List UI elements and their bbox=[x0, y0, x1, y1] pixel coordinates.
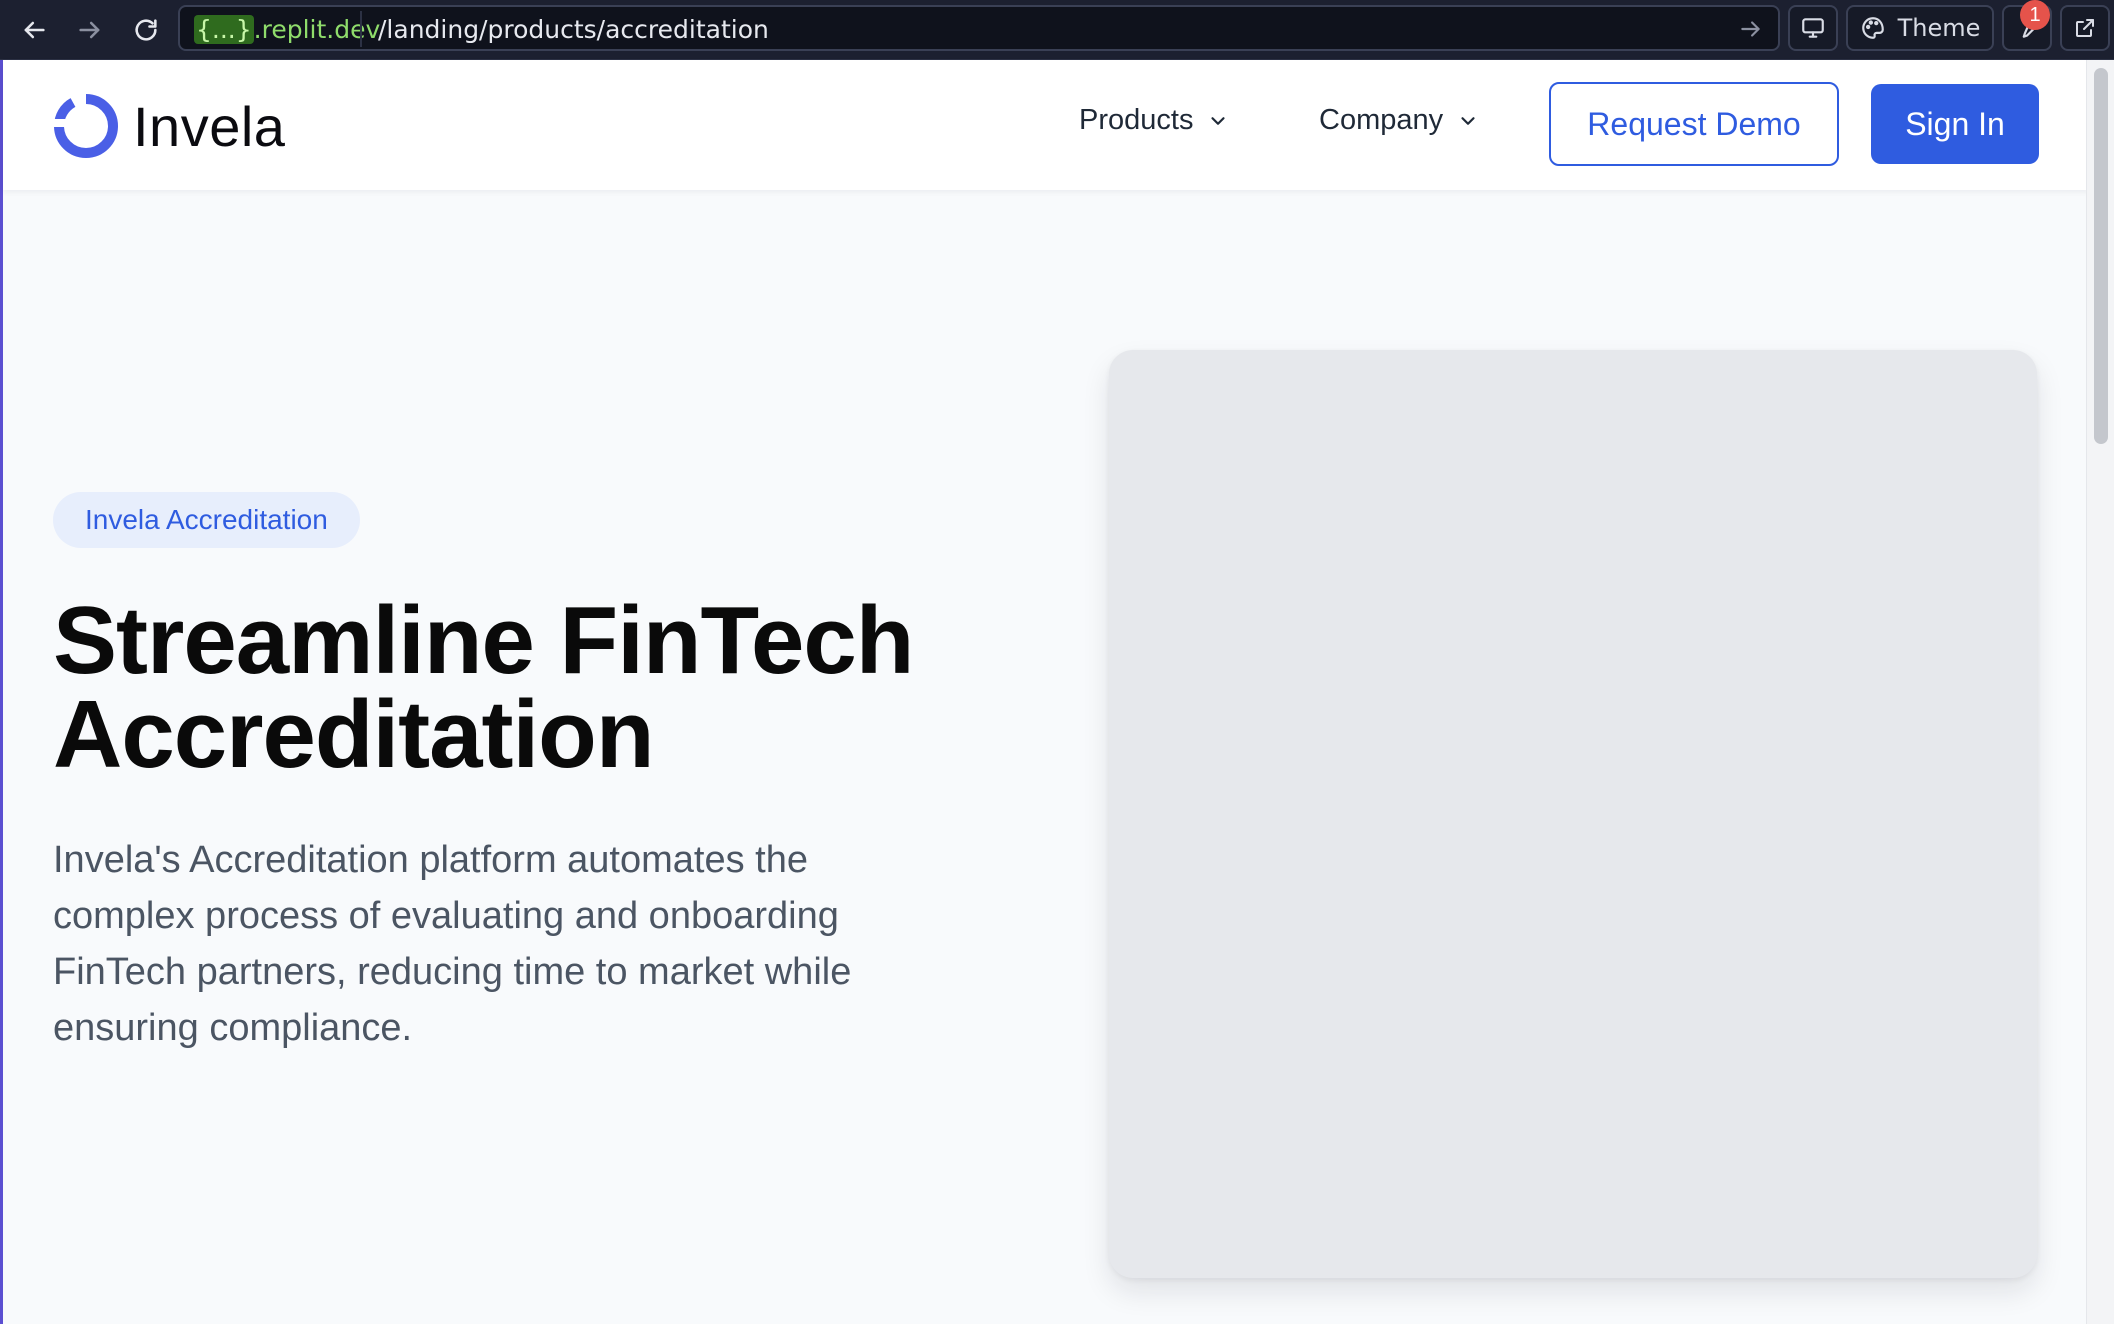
hero-image-placeholder bbox=[1109, 350, 2037, 1278]
hero-description: Invela's Accreditation platform automate… bbox=[53, 839, 852, 1049]
nav-company-label: Company bbox=[1319, 104, 1444, 136]
logo[interactable]: Invela bbox=[53, 93, 285, 159]
sign-in-button[interactable]: Sign In bbox=[1871, 84, 2039, 164]
hero-title: Streamline FinTech Accreditation bbox=[53, 587, 1033, 788]
external-link-icon bbox=[2076, 19, 2094, 37]
monitor-icon bbox=[1802, 18, 1824, 38]
arrow-right-icon bbox=[79, 21, 100, 39]
hero-title-line2: Accreditation bbox=[53, 681, 654, 788]
nav-products-label: Products bbox=[1079, 104, 1194, 136]
palette-icon bbox=[1861, 17, 1884, 39]
browser-toolbar: {...} .replit.dev /landing/products/accr… bbox=[0, 0, 2114, 60]
site-header: Invela Products Company Request Demo Sig… bbox=[3, 60, 2089, 190]
notification-badge: 1 bbox=[2020, 0, 2050, 30]
chevron-down-icon bbox=[1461, 116, 1475, 125]
url-separator bbox=[360, 11, 362, 47]
nav-company[interactable]: Company bbox=[1319, 104, 1479, 137]
reload-icon bbox=[135, 19, 157, 41]
hero-title-line1: Streamline FinTech bbox=[53, 587, 914, 694]
url-host-brace: {...} bbox=[194, 14, 254, 44]
devices-button[interactable] bbox=[1788, 5, 1838, 51]
theme-label: Theme bbox=[1897, 14, 1981, 42]
request-demo-button[interactable]: Request Demo bbox=[1549, 82, 1839, 166]
forward-button[interactable] bbox=[70, 10, 110, 50]
theme-button[interactable]: Theme bbox=[1846, 5, 1994, 51]
invela-logo-icon bbox=[53, 94, 118, 158]
address-bar[interactable]: {...} .replit.dev /landing/products/accr… bbox=[178, 5, 1780, 51]
nav-products[interactable]: Products bbox=[1079, 104, 1229, 137]
back-button[interactable] bbox=[14, 10, 54, 50]
url-path: /landing/products/accreditation bbox=[378, 15, 769, 44]
arrow-left-icon bbox=[24, 21, 45, 39]
product-badge: Invela Accreditation bbox=[53, 492, 360, 548]
url-host: {...} .replit.dev bbox=[186, 13, 388, 45]
page-viewport: Invela Products Company Request Demo Sig… bbox=[0, 60, 2089, 1324]
logo-text: Invela bbox=[133, 94, 286, 158]
go-arrow-icon[interactable] bbox=[1738, 16, 1764, 42]
open-external-button[interactable] bbox=[2060, 5, 2110, 51]
chevron-down-icon bbox=[1211, 116, 1226, 125]
scrollbar-thumb[interactable] bbox=[2094, 68, 2108, 444]
reload-button[interactable] bbox=[126, 10, 166, 50]
